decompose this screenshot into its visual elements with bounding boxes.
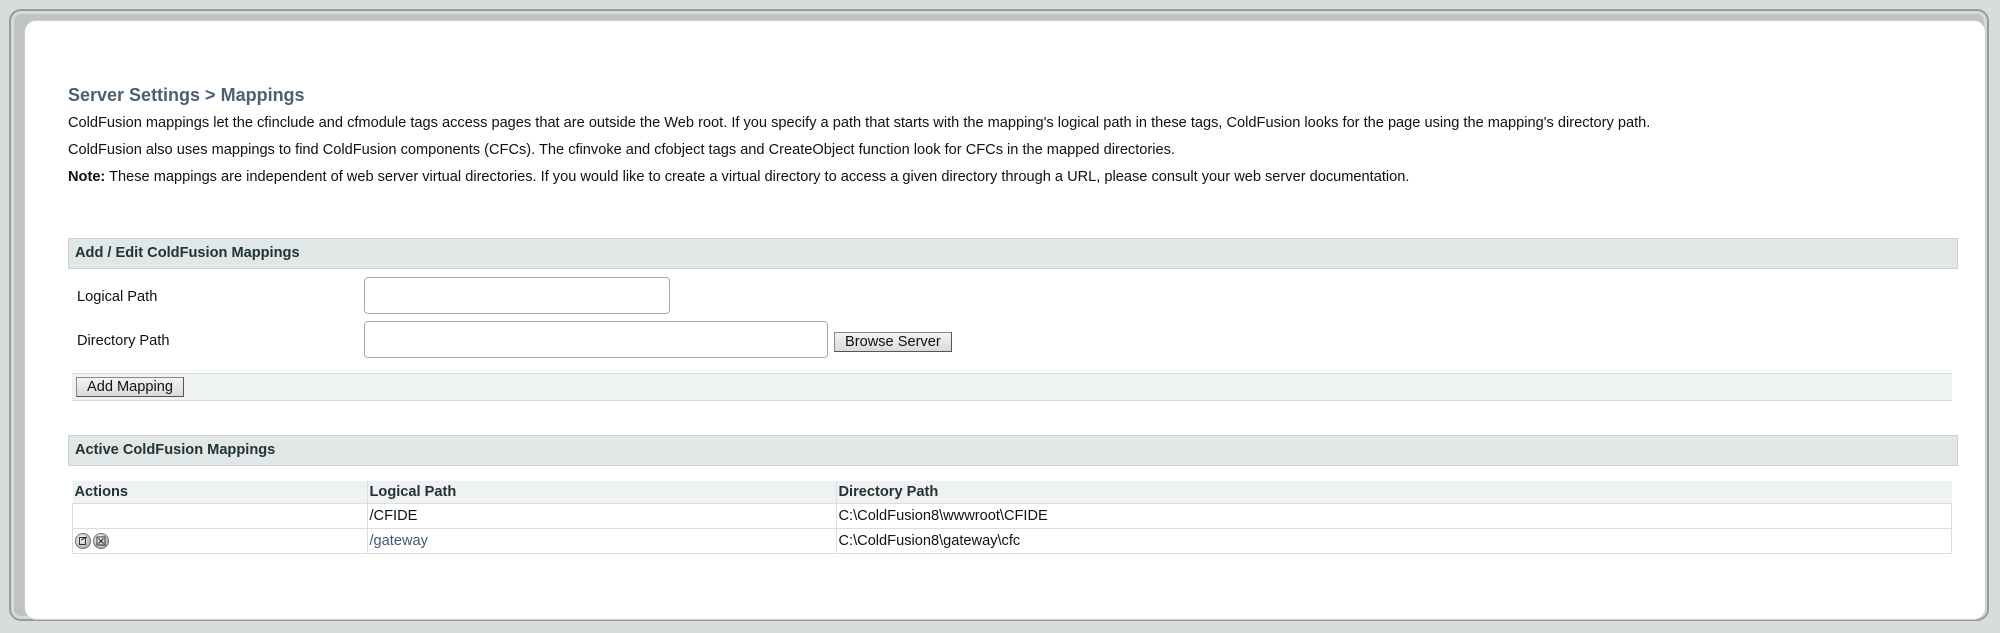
table-row: /gateway C:\ColdFusion8\gateway\cfc (72, 528, 1952, 554)
row-actions (72, 503, 368, 529)
intro-paragraph-1: ColdFusion mappings let the cfinclude an… (68, 115, 1651, 131)
active-mappings-section-header: Active ColdFusion Mappings (68, 435, 1958, 466)
row-logical-path: /CFIDE (366, 503, 837, 529)
logical-path-input[interactable] (364, 277, 670, 314)
edit-icon[interactable] (75, 533, 91, 550)
delete-icon[interactable] (93, 533, 109, 550)
add-mapping-bar (72, 373, 1952, 401)
note-text: These mappings are independent of web se… (105, 169, 1410, 185)
note-paragraph: Note: These mappings are independent of … (68, 169, 1409, 185)
column-header-actions: Actions (72, 481, 367, 504)
row-directory-path: C:\ColdFusion8\wwwroot\CFIDE (835, 503, 1952, 529)
row-logical-path: /gateway (366, 528, 837, 554)
window-frame: Server Settings > Mappings ColdFusion ma… (9, 9, 1989, 621)
directory-path-label: Directory Path (77, 333, 170, 349)
logical-path-label: Logical Path (77, 289, 158, 305)
column-header-directory-path: Directory Path (835, 481, 1952, 504)
table-header-row: Actions Logical Path Directory Path (72, 481, 1952, 504)
add-mapping-button[interactable]: Add Mapping (76, 377, 185, 397)
logical-path-link[interactable]: /gateway (370, 533, 428, 549)
add-edit-section-header: Add / Edit ColdFusion Mappings (68, 238, 1958, 269)
intro-paragraph-2: ColdFusion also uses mappings to find Co… (68, 142, 1175, 158)
directory-path-input[interactable] (364, 321, 828, 358)
browse-server-button[interactable]: Browse Server (834, 332, 952, 352)
row-actions (72, 528, 368, 554)
active-mappings-table: Actions Logical Path Directory Path /CFI… (72, 481, 1952, 554)
column-header-logical-path: Logical Path (366, 481, 836, 504)
page-title: Server Settings > Mappings (68, 85, 305, 105)
row-directory-path: C:\ColdFusion8\gateway\cfc (835, 528, 1952, 554)
note-label: Note: (68, 169, 106, 185)
content-panel: Server Settings > Mappings ColdFusion ma… (24, 20, 1986, 620)
table-row: /CFIDE C:\ColdFusion8\wwwroot\CFIDE (72, 503, 1952, 529)
